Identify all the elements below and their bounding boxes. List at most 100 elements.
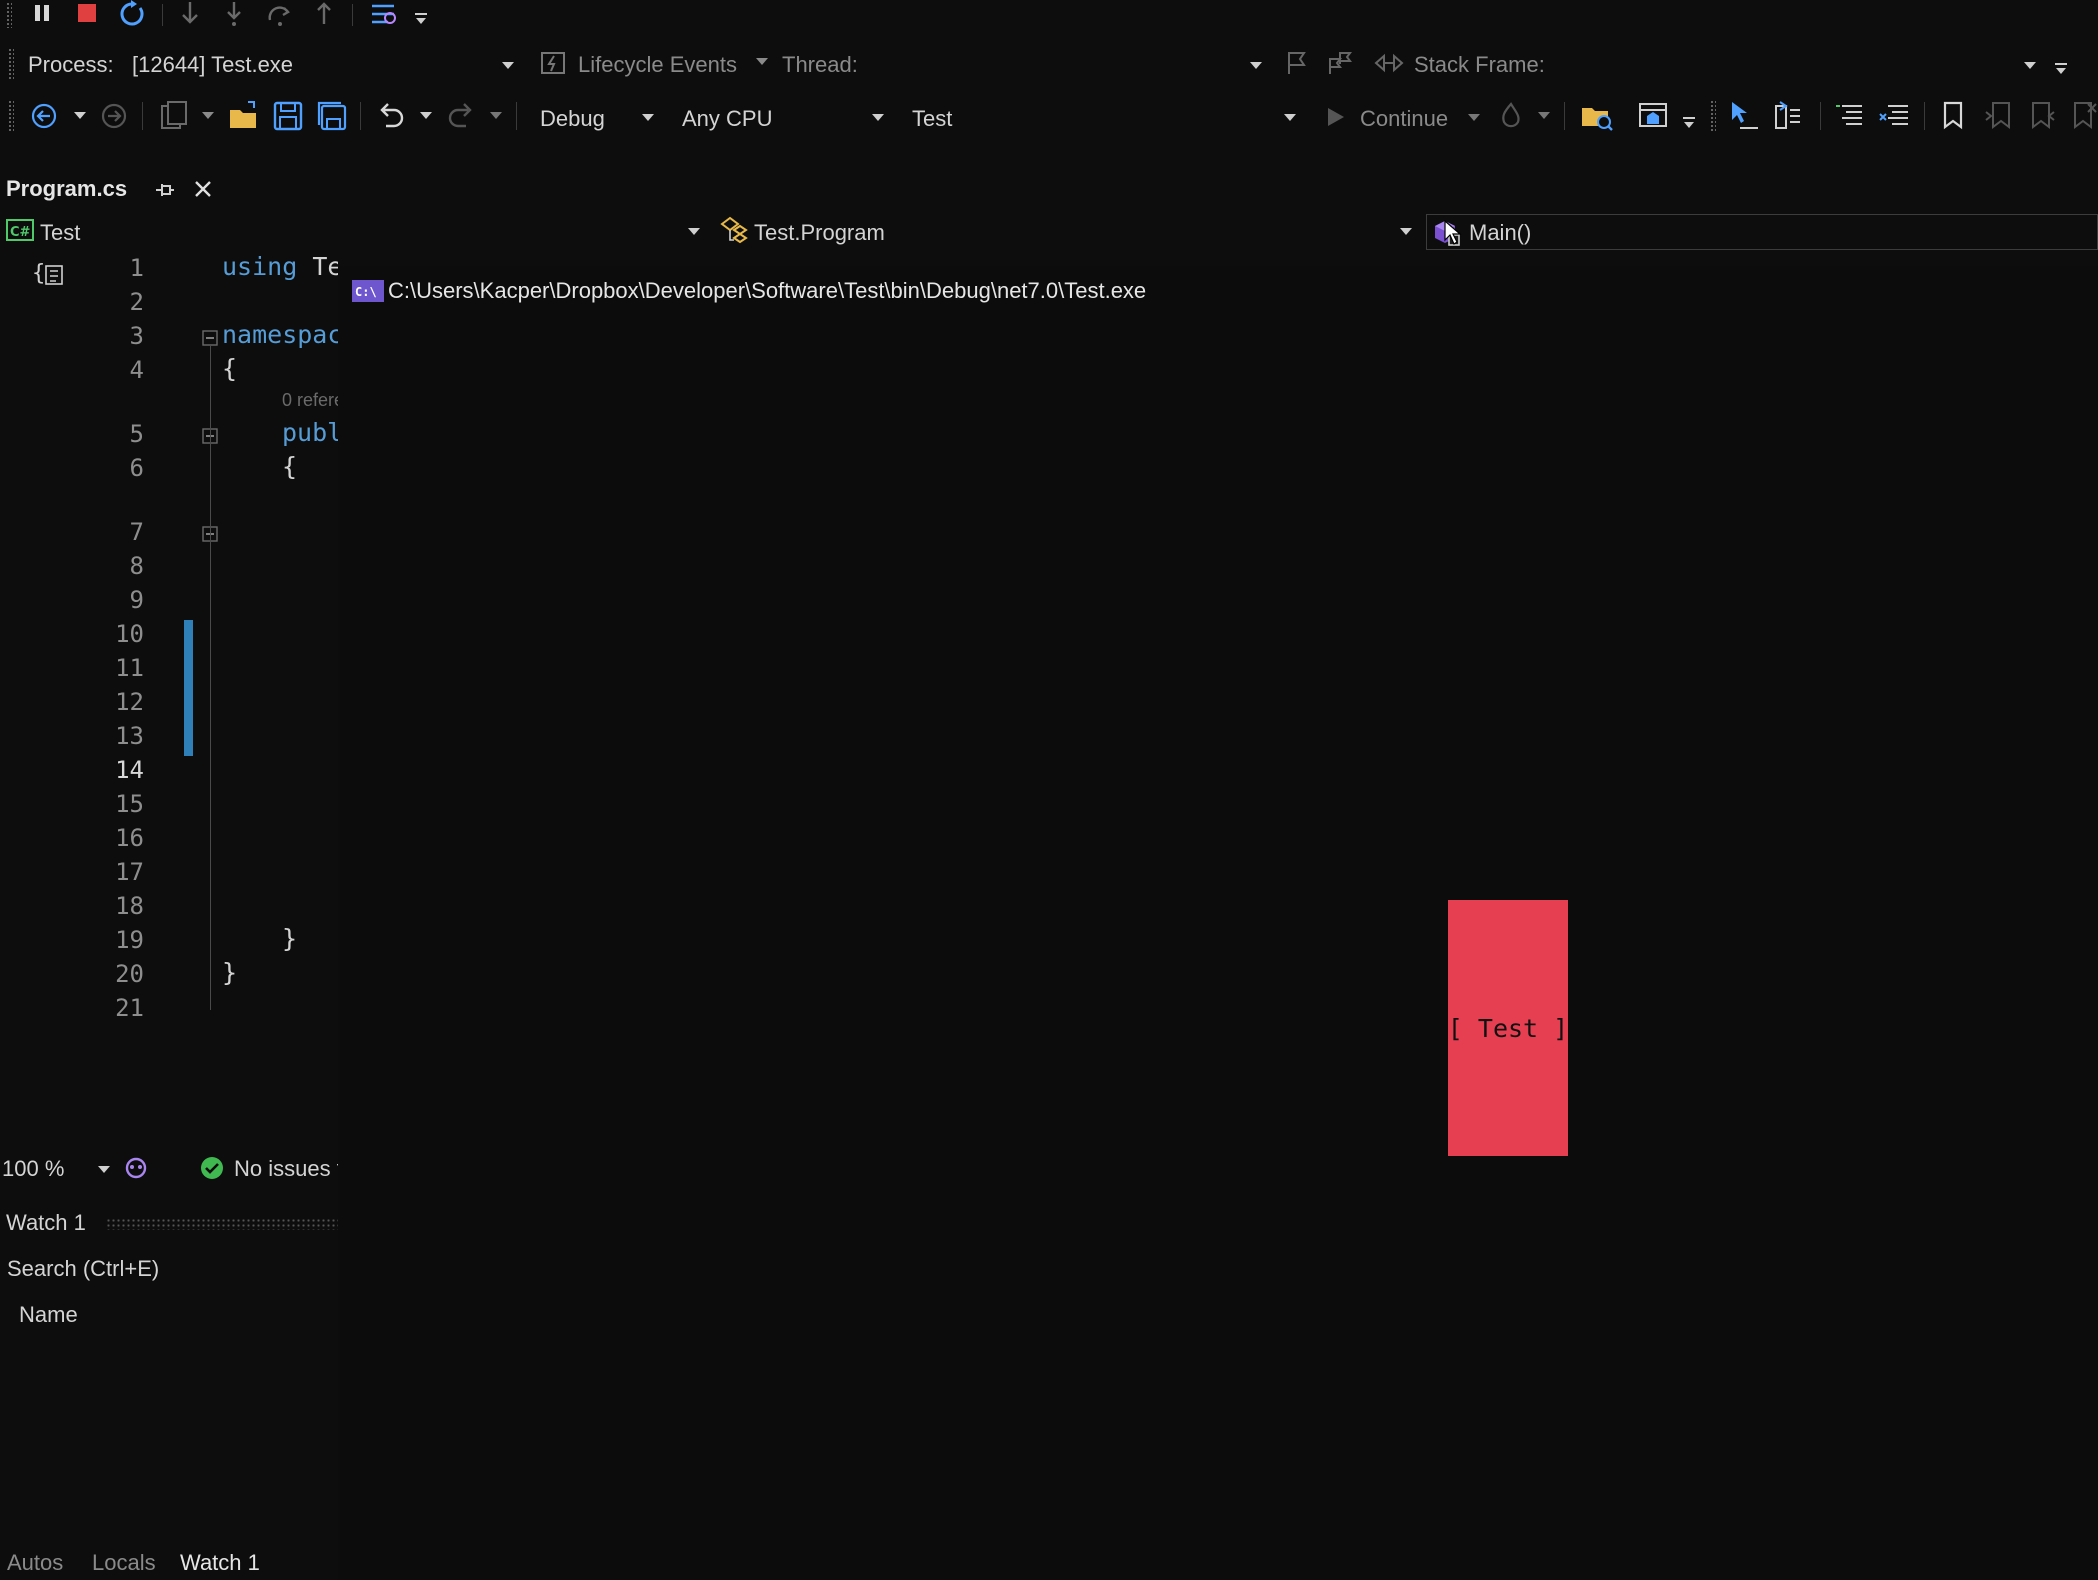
stack-frame-dropdown[interactable] bbox=[1560, 48, 2036, 80]
stack-frame-label: Stack Frame: bbox=[1414, 52, 1545, 77]
watch-search-placeholder: Search (Ctrl+E) bbox=[7, 1256, 160, 1281]
flag-icon[interactable] bbox=[1284, 50, 1310, 76]
type-dropdown[interactable]: Test.Program bbox=[716, 214, 1418, 250]
close-icon[interactable] bbox=[192, 178, 214, 200]
chevron-down-icon[interactable] bbox=[420, 112, 432, 119]
toggle-external-code-icon[interactable] bbox=[1374, 52, 1404, 74]
chevron-down-icon[interactable] bbox=[74, 112, 86, 119]
console-window[interactable]: C:\ C:\Users\Kacper\Dropbox\Developer\So… bbox=[338, 266, 2098, 1580]
chevron-down-icon bbox=[872, 114, 884, 121]
stop-icon[interactable] bbox=[76, 2, 98, 24]
chevron-down-icon bbox=[1284, 114, 1296, 121]
line-number: 2 bbox=[129, 288, 144, 316]
collapse-region-icon[interactable] bbox=[202, 330, 218, 346]
flag-threads-icon[interactable] bbox=[1326, 50, 1356, 76]
test-button[interactable]: [ Test ] bbox=[1448, 900, 1568, 1156]
toolbar-grip[interactable] bbox=[6, 2, 12, 28]
chevron-down-icon[interactable] bbox=[1538, 112, 1550, 119]
previous-bookmark-icon[interactable] bbox=[1984, 100, 2014, 130]
process-dropdown[interactable]: [12644] Test.exe bbox=[130, 48, 522, 80]
line-number: 15 bbox=[115, 790, 144, 818]
pin-icon[interactable] bbox=[154, 180, 176, 200]
change-tracking-bar bbox=[184, 620, 193, 756]
play-icon bbox=[1324, 106, 1346, 128]
new-project-icon[interactable] bbox=[158, 100, 190, 132]
undo-icon[interactable] bbox=[376, 100, 406, 130]
chevron-down-icon[interactable] bbox=[756, 58, 768, 65]
step-over-icon[interactable] bbox=[222, 0, 246, 28]
clear-bookmarks-icon[interactable] bbox=[2070, 100, 2098, 130]
debug-icon-toolbar bbox=[0, 0, 2098, 30]
tab-autos[interactable]: Autos bbox=[7, 1550, 63, 1576]
document-tab[interactable]: Program.cs bbox=[0, 172, 338, 208]
console-app-icon: C:\ bbox=[352, 280, 384, 302]
select-element-icon[interactable] bbox=[1728, 100, 1760, 132]
panel-drag-grip[interactable] bbox=[106, 1218, 338, 1230]
solution-platform-dropdown[interactable]: Any CPU bbox=[672, 98, 892, 134]
save-all-icon[interactable] bbox=[316, 100, 348, 132]
editor-status-bar: 100 % No issues found bbox=[0, 1150, 338, 1188]
lifecycle-events-icon[interactable] bbox=[540, 50, 566, 76]
chevron-down-icon bbox=[1250, 62, 1262, 69]
display-layout-adorners-icon[interactable] bbox=[1772, 100, 1804, 132]
line-number: 17 bbox=[115, 858, 144, 886]
outline-guide bbox=[210, 346, 211, 1010]
line-number: 16 bbox=[115, 824, 144, 852]
startup-project-dropdown[interactable]: Test bbox=[904, 98, 1300, 134]
platform-value: Any CPU bbox=[682, 106, 773, 131]
toolbar-overflow-icon[interactable] bbox=[414, 12, 428, 26]
member-dropdown[interactable]: Main() bbox=[1426, 214, 2098, 250]
line-number: 19 bbox=[115, 926, 144, 954]
step-into-icon[interactable] bbox=[178, 0, 202, 28]
redo-icon[interactable] bbox=[446, 100, 476, 130]
codelens-references[interactable]: 0 references bbox=[282, 390, 338, 411]
save-icon[interactable] bbox=[272, 100, 304, 132]
navigate-forward-icon[interactable] bbox=[100, 102, 128, 130]
open-file-icon[interactable] bbox=[228, 100, 260, 132]
column-name-header: Name bbox=[19, 1302, 78, 1327]
watch-column-header[interactable]: Name bbox=[0, 1294, 338, 1334]
pause-icon[interactable] bbox=[32, 3, 52, 23]
project-dropdown[interactable]: C# Test bbox=[0, 214, 706, 250]
line-number: 7 bbox=[129, 518, 144, 546]
process-label: Process: bbox=[28, 52, 114, 77]
step-back-icon[interactable] bbox=[266, 0, 294, 28]
lifecycle-events-label[interactable]: Lifecycle Events bbox=[578, 52, 737, 78]
console-title-bar[interactable]: C:\ C:\Users\Kacper\Dropbox\Developer\So… bbox=[338, 266, 2098, 314]
startup-project-value: Test bbox=[912, 106, 953, 131]
restart-icon[interactable] bbox=[118, 0, 146, 28]
watch-search-input[interactable]: Search (Ctrl+E) bbox=[0, 1248, 338, 1288]
toolbar-overflow-icon[interactable] bbox=[1682, 116, 1696, 130]
toolbar-overflow-icon[interactable] bbox=[2054, 62, 2068, 76]
line-number: 10 bbox=[115, 620, 144, 648]
comment-lines-icon[interactable] bbox=[1834, 100, 1864, 130]
hot-reload-flame-icon[interactable] bbox=[1496, 102, 1526, 132]
bookmark-icon[interactable] bbox=[1940, 100, 1966, 130]
tab-watch-1[interactable]: Watch 1 bbox=[180, 1550, 260, 1576]
nav-member-label: Main() bbox=[1469, 220, 1532, 245]
toolbar-grip[interactable] bbox=[8, 100, 14, 132]
step-out-icon[interactable] bbox=[312, 0, 336, 28]
toolbar-grip[interactable] bbox=[1710, 100, 1716, 132]
line-number: 9 bbox=[129, 586, 144, 614]
next-bookmark-icon[interactable] bbox=[2028, 100, 2058, 130]
uncomment-lines-icon[interactable] bbox=[1878, 100, 1910, 130]
toolbar-grip[interactable] bbox=[8, 48, 14, 80]
issues-status[interactable]: No issues found bbox=[234, 1156, 338, 1182]
copilot-icon[interactable] bbox=[122, 1154, 150, 1182]
solution-configuration-dropdown[interactable]: Debug bbox=[530, 98, 660, 134]
hot-reload-icon[interactable] bbox=[368, 0, 398, 28]
tab-locals[interactable]: Locals bbox=[92, 1550, 156, 1576]
code-editor[interactable]: { 1 2 3 4 5 6 7 8 9 10 11 12 13 14 15 16… bbox=[0, 252, 338, 1154]
line-number: 21 bbox=[115, 994, 144, 1022]
browser-link-icon[interactable] bbox=[1638, 100, 1670, 132]
continue-button[interactable]: Continue bbox=[1320, 98, 1480, 134]
chevron-down-icon bbox=[98, 1166, 110, 1173]
code-line-18: } bbox=[282, 924, 298, 953]
chevron-down-icon[interactable] bbox=[490, 112, 502, 119]
navigate-back-icon[interactable] bbox=[30, 102, 58, 130]
browse-folder-icon[interactable] bbox=[1580, 100, 1614, 132]
thread-dropdown[interactable] bbox=[870, 48, 1262, 80]
chevron-down-icon[interactable] bbox=[202, 112, 214, 119]
zoom-dropdown[interactable]: 100 % bbox=[0, 1150, 114, 1186]
